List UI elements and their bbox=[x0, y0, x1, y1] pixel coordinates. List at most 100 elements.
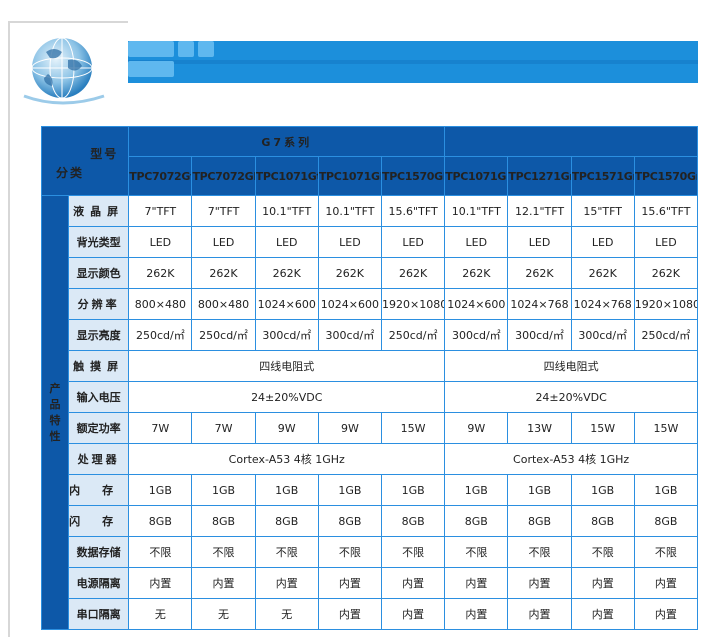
cell: 262K bbox=[191, 257, 256, 289]
row-touch: 触摸屏 四线电阻式 四线电阻式 bbox=[42, 350, 698, 382]
cell: 15.6"TFT bbox=[633, 195, 699, 227]
cell-merged: Cortex-A53 4核 1GHz bbox=[128, 443, 446, 475]
cell: 8GB bbox=[380, 505, 446, 537]
cell: 262K bbox=[254, 257, 319, 289]
cell: 内置 bbox=[128, 567, 193, 599]
cell: 262K bbox=[317, 257, 383, 289]
header-row-series: 型号 分类 G7系列 bbox=[40, 126, 698, 196]
cell: 1GB bbox=[128, 474, 193, 506]
category-text: 产品特性 bbox=[49, 381, 61, 443]
model-name: TPC1071Gn. bbox=[444, 156, 509, 196]
param-label: 处理器 bbox=[68, 443, 130, 475]
cell: 不限 bbox=[507, 536, 572, 568]
cell: 8GB bbox=[317, 505, 383, 537]
cell: 7W bbox=[191, 412, 256, 444]
cell: 1GB bbox=[570, 474, 635, 506]
cell: 内置 bbox=[570, 567, 635, 599]
param-label: 数据存储 bbox=[68, 536, 130, 568]
model-name: TPC1071Gt. bbox=[254, 156, 319, 196]
cell: 15W bbox=[633, 412, 699, 444]
cell: 9W bbox=[254, 412, 319, 444]
cell: LED bbox=[191, 226, 256, 258]
cell: 无 bbox=[191, 598, 256, 630]
banner-tab-2 bbox=[178, 41, 194, 57]
cell: 300cd/㎡ bbox=[317, 319, 383, 351]
model-name: TPC1570Gn. bbox=[633, 156, 699, 196]
cell: 内置 bbox=[570, 598, 635, 630]
cell: 250cd/㎡ bbox=[191, 319, 256, 351]
category-label: 分类 bbox=[56, 166, 85, 180]
cell: 不限 bbox=[444, 536, 509, 568]
cell: 1024×600 bbox=[317, 288, 383, 320]
cell: 1GB bbox=[317, 474, 383, 506]
cell: 1GB bbox=[444, 474, 509, 506]
cell: 内置 bbox=[633, 598, 699, 630]
param-label: 闪存 bbox=[68, 505, 130, 537]
cell: 300cd/㎡ bbox=[444, 319, 509, 351]
cell: 262K bbox=[380, 257, 446, 289]
row-color: 显示颜色 262K 262K 262K 262K 262K 262K 262K … bbox=[42, 257, 699, 289]
cell: 内置 bbox=[444, 567, 509, 599]
cell: 8GB bbox=[444, 505, 509, 537]
param-label: 电源隔离 bbox=[68, 567, 130, 599]
cell: 15.6"TFT bbox=[380, 195, 446, 227]
cell: LED bbox=[380, 226, 446, 258]
cell: LED bbox=[128, 226, 193, 258]
param-label: 输入电压 bbox=[68, 381, 130, 413]
cell: 9W bbox=[317, 412, 383, 444]
param-label: 额定功率 bbox=[68, 412, 130, 444]
cell: 不限 bbox=[191, 536, 256, 568]
model-name: TPC1571Gn. bbox=[570, 156, 635, 196]
cell: 1GB bbox=[191, 474, 256, 506]
cell: 10.1"TFT bbox=[444, 195, 509, 227]
cell: 15W bbox=[380, 412, 446, 444]
row-voltage: 输入电压 24±20%VDC 24±20%VDC bbox=[42, 381, 698, 413]
cell: 250cd/㎡ bbox=[633, 319, 699, 351]
globe-icon bbox=[23, 37, 105, 105]
banner-tab-1 bbox=[128, 41, 174, 57]
cell: 内置 bbox=[317, 567, 383, 599]
cell: 15W bbox=[570, 412, 635, 444]
cell: 800×480 bbox=[191, 288, 256, 320]
cell: 不限 bbox=[380, 536, 446, 568]
cell: LED bbox=[570, 226, 635, 258]
row-power: 额定功率 7W 7W 9W 9W 15W 9W 13W 15W 15W bbox=[42, 412, 699, 444]
model-name: TPC7072Gt. bbox=[128, 156, 193, 196]
cell: 262K bbox=[128, 257, 193, 289]
cell: LED bbox=[254, 226, 319, 258]
cell: 7"TFT bbox=[191, 195, 256, 227]
cell: 不限 bbox=[570, 536, 635, 568]
cell-merged: 24±20%VDC bbox=[444, 381, 698, 413]
cell: 1GB bbox=[507, 474, 572, 506]
cell: LED bbox=[507, 226, 572, 258]
cell: 7W bbox=[128, 412, 193, 444]
cell-merged: 四线电阻式 bbox=[444, 350, 698, 382]
row-lcd: 产品特性 液晶屏 7"TFT 7"TFT 10.1"TFT 10.1"TFT 1… bbox=[40, 195, 699, 630]
banner-tab-4 bbox=[128, 61, 174, 77]
cell: 262K bbox=[507, 257, 572, 289]
param-label: 显示颜色 bbox=[68, 257, 130, 289]
model-label: 型号 bbox=[90, 147, 119, 161]
cell: 13W bbox=[507, 412, 572, 444]
cell: 262K bbox=[444, 257, 509, 289]
cell: 不限 bbox=[633, 536, 699, 568]
cell: 内置 bbox=[444, 598, 509, 630]
cell: 内置 bbox=[254, 567, 319, 599]
cell: 不限 bbox=[254, 536, 319, 568]
header-row-models: TPC7072Gt. TPC7072Gl. TPC1071Gt. TPC1071… bbox=[42, 156, 699, 196]
cell: 8GB bbox=[633, 505, 699, 537]
series-title: G7系列 bbox=[128, 126, 446, 157]
cell: 8GB bbox=[254, 505, 319, 537]
row-backlight: 背光类型 LED LED LED LED LED LED LED LED LED bbox=[42, 226, 699, 258]
row-flash: 闪存 8GB 8GB 8GB 8GB 8GB 8GB 8GB 8GB 8GB bbox=[42, 505, 699, 537]
cell-merged: Cortex-A53 4核 1GHz bbox=[444, 443, 698, 475]
cell: 262K bbox=[633, 257, 699, 289]
cell: 无 bbox=[128, 598, 193, 630]
cell: 12.1"TFT bbox=[507, 195, 572, 227]
cell: 10.1"TFT bbox=[254, 195, 319, 227]
cell: 300cd/㎡ bbox=[254, 319, 319, 351]
cell: LED bbox=[633, 226, 699, 258]
cell: 8GB bbox=[191, 505, 256, 537]
row-brightness: 显示亮度 250cd/㎡ 250cd/㎡ 300cd/㎡ 300cd/㎡ 250… bbox=[42, 319, 699, 351]
param-label: 背光类型 bbox=[68, 226, 130, 258]
